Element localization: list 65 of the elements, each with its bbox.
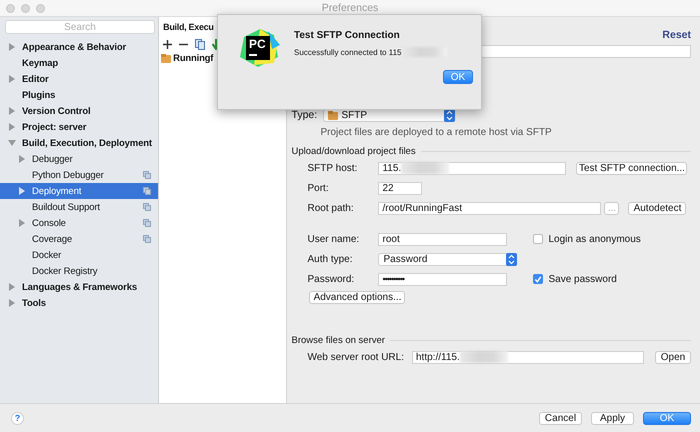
- tree-item[interactable]: Appearance & Behavior: [0, 39, 158, 55]
- expand-arrow-icon[interactable]: [8, 43, 16, 51]
- copy-icon[interactable]: [195, 38, 206, 50]
- close-button[interactable]: [6, 4, 15, 12]
- dialog-title: Test SFTP Connection: [294, 30, 401, 41]
- checkbox[interactable]: [533, 234, 544, 244]
- dialog-button[interactable]: Apply: [591, 412, 634, 424]
- dialog-button[interactable]: Cancel: [539, 412, 582, 424]
- tree-item[interactable]: Debugger: [0, 151, 158, 167]
- checkbox[interactable]: [533, 274, 544, 284]
- field-label: Auth type:: [307, 254, 354, 264]
- field-label: Root path:: [307, 202, 355, 214]
- autodetect-button[interactable]: Autodetect: [628, 202, 686, 214]
- expand-arrow-icon[interactable]: [8, 75, 16, 83]
- breadcrumb: Build, Execu: [162, 21, 215, 34]
- field-label: Port:: [307, 182, 330, 194]
- tree-item[interactable]: Editor: [0, 71, 158, 87]
- tree-item[interactable]: Languages & Frameworks: [0, 279, 158, 295]
- field-label: SFTP host:: [307, 162, 358, 174]
- tree-item[interactable]: Build, Execution, Deployment: [0, 135, 158, 151]
- tree-item[interactable]: Docker Registry: [0, 263, 158, 279]
- dialog-message: Successfully connected to 115: [294, 48, 402, 56]
- expand-arrow-icon[interactable]: [18, 219, 26, 227]
- root-path-field[interactable]: /root/RunningFast: [378, 202, 602, 214]
- tree-item[interactable]: Buildout Support: [0, 199, 158, 215]
- host-field[interactable]: 115.: [378, 162, 566, 174]
- tree-item[interactable]: Python Debugger: [0, 167, 158, 183]
- checkbox-label: Save password: [548, 274, 617, 284]
- password-field[interactable]: ••••••••••: [378, 272, 508, 286]
- user-name-field[interactable]: root: [378, 232, 508, 246]
- tree-item[interactable]: Version Control: [0, 103, 158, 119]
- zoom-button[interactable]: [36, 4, 45, 12]
- section-title: Upload/download project files: [291, 146, 416, 156]
- tree-item[interactable]: Tools: [0, 295, 158, 311]
- window-title: Preferences: [320, 2, 380, 14]
- type-label: Type:: [291, 109, 318, 121]
- test-connection-button[interactable]: Test SFTP connection...: [576, 162, 688, 174]
- stepper-icon: [506, 252, 518, 266]
- field-label: Password:: [307, 274, 356, 284]
- auth-type-select[interactable]: Password: [378, 252, 518, 266]
- field-label: Web server root URL:: [307, 352, 404, 362]
- tree-item[interactable]: Docker: [0, 247, 158, 263]
- tree-item[interactable]: Console: [0, 215, 158, 231]
- add-icon[interactable]: [163, 40, 172, 48]
- search-field[interactable]: Search: [5, 20, 155, 34]
- section-title: Browse files on server: [291, 334, 385, 346]
- sftp-icon: [328, 110, 338, 120]
- checkbox-label: Login as anonymous: [548, 234, 641, 244]
- tree-item[interactable]: Project: server: [0, 119, 158, 135]
- port-field[interactable]: 22: [378, 182, 422, 194]
- tree-item[interactable]: Deployment: [0, 183, 158, 199]
- tree-item[interactable]: Keymap: [0, 55, 158, 71]
- tree-item[interactable]: Coverage: [0, 231, 158, 247]
- field-label: User name:: [307, 234, 360, 244]
- tree-item[interactable]: Plugins: [0, 87, 158, 103]
- app-logo: PC: [238, 27, 280, 69]
- minimize-button[interactable]: [21, 4, 30, 12]
- reset-link[interactable]: Reset: [662, 29, 691, 41]
- help-button[interactable]: ?: [11, 412, 24, 424]
- advanced-options-button[interactable]: Advanced options...: [309, 291, 406, 304]
- expand-arrow-icon[interactable]: [18, 187, 26, 195]
- open-button[interactable]: Open: [655, 350, 691, 364]
- url-field[interactable]: http://115.: [412, 350, 644, 364]
- sftp-icon: [161, 54, 172, 63]
- type-description: Project files are deployed to a remote host via SFTP: [320, 127, 553, 138]
